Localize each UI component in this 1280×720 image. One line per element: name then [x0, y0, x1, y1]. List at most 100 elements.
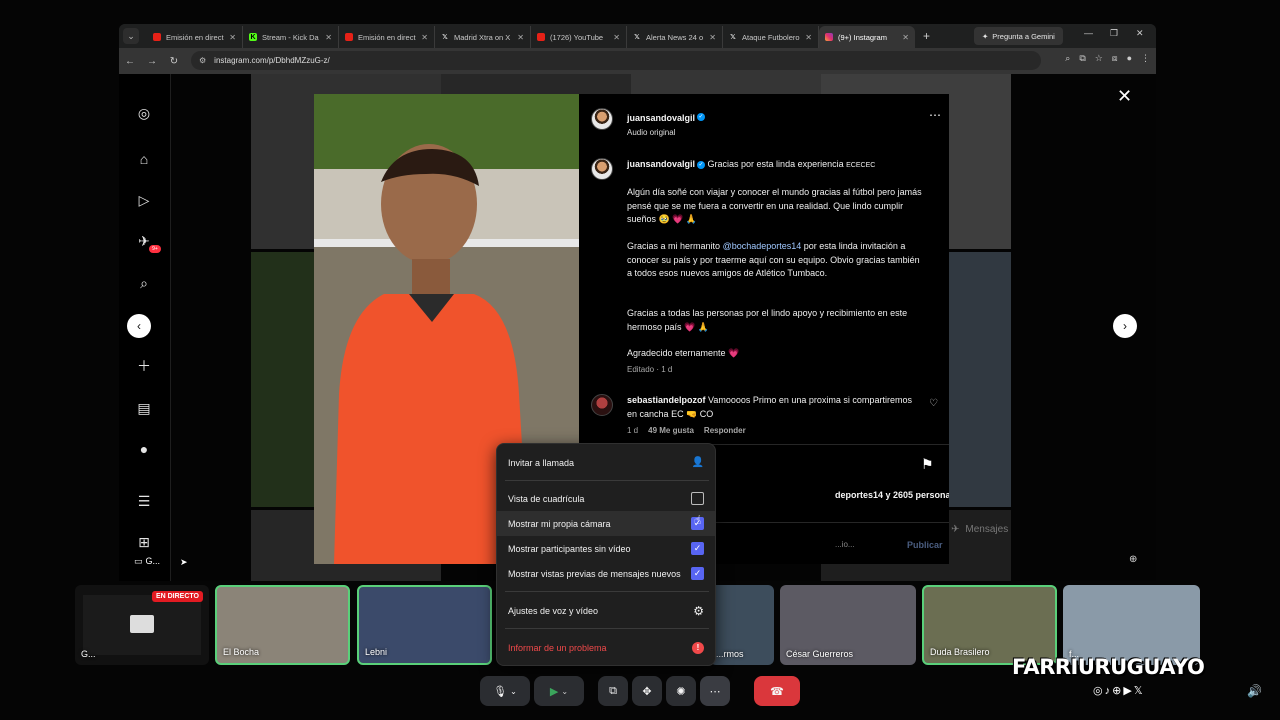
- url-field[interactable]: ⚙ instagram.com/p/DbhdMZzuG-z/: [191, 51, 1041, 70]
- soundboard-icon: ✺: [676, 685, 686, 698]
- caption-paragraph-3: Gracias a todas las personas por el lind…: [627, 308, 908, 332]
- close-icon[interactable]: ✕: [325, 33, 332, 42]
- forward-icon[interactable]: →: [141, 56, 163, 67]
- close-icon[interactable]: ✕: [902, 33, 909, 42]
- stream-label: ▭ G...: [134, 556, 161, 566]
- participant-tile[interactable]: Lebni: [357, 585, 492, 665]
- close-modal-icon[interactable]: ✕: [1117, 86, 1132, 107]
- more-options-button[interactable]: ⋯: [700, 676, 730, 706]
- author-avatar[interactable]: [591, 108, 613, 130]
- show-own-camera-item[interactable]: Mostrar mi propia cámara ✓: [497, 511, 715, 536]
- commenter-avatar[interactable]: [591, 394, 613, 416]
- camera-icon: ▶: [549, 685, 559, 698]
- activities-button[interactable]: ✥: [632, 676, 662, 706]
- show-no-video-item[interactable]: Mostrar participantes sin vídeo ✓: [497, 536, 715, 561]
- create-icon[interactable]: ＋: [135, 357, 153, 375]
- message-previews-checkbox[interactable]: ✓: [691, 567, 704, 580]
- participant-tile[interactable]: Duda Brasilero: [922, 585, 1057, 665]
- browser-tab-active[interactable]: (9+) Instagram ✕: [819, 26, 915, 48]
- edited-label: Editado · 1 d: [627, 365, 673, 374]
- browser-tab[interactable]: 𝕏 Madrid Xtra on X ✕: [435, 26, 531, 48]
- save-bookmark-icon[interactable]: ⚑: [921, 456, 934, 473]
- browser-tab[interactable]: 𝕏 Alerta News 24 o ✕: [627, 26, 723, 48]
- window-close-icon[interactable]: ✕: [1136, 28, 1144, 39]
- close-icon[interactable]: ✕: [613, 33, 620, 42]
- profile-icon[interactable]: ●: [1127, 53, 1132, 64]
- reels-icon[interactable]: ▷: [135, 191, 153, 209]
- close-icon[interactable]: ✕: [421, 33, 428, 42]
- home-icon[interactable]: ⌂: [135, 150, 153, 168]
- browser-tab[interactable]: Emisión en direct ✕: [147, 26, 243, 48]
- more-options-icon[interactable]: ⋯: [929, 108, 941, 122]
- grid-view-checkbox[interactable]: [691, 492, 704, 505]
- voice-video-settings-item[interactable]: Ajustes de voz y vídeo ⚙: [497, 598, 715, 623]
- report-problem-item[interactable]: Informar de un problema !: [497, 635, 715, 660]
- mouse-pointer-hand: ☝: [694, 513, 702, 527]
- participant-tile[interactable]: César Guerreros: [780, 585, 916, 665]
- menu-dots-icon[interactable]: ⋮: [1141, 53, 1150, 64]
- show-no-video-checkbox[interactable]: ✓: [691, 542, 704, 555]
- verified-badge-icon: ✓: [697, 112, 706, 121]
- search-icon[interactable]: ⌕: [135, 274, 153, 292]
- minimize-icon[interactable]: —: [1084, 28, 1093, 38]
- participant-tile[interactable]: f...: [1063, 585, 1200, 665]
- zoom-in-icon[interactable]: ⊕: [1129, 554, 1137, 565]
- close-icon[interactable]: ✕: [229, 33, 236, 42]
- mention-link[interactable]: @bochadeportes14: [723, 241, 802, 251]
- next-post-button[interactable]: ›: [1113, 314, 1137, 338]
- publish-button[interactable]: Publicar: [907, 540, 943, 550]
- notification-badge: 9+: [149, 245, 161, 253]
- profile-avatar-icon[interactable]: ●: [135, 440, 153, 458]
- leave-call-button[interactable]: ☎: [754, 676, 800, 706]
- camera-button[interactable]: ▶ ⌄: [534, 676, 584, 706]
- likes-summary[interactable]: deportes14 y 2605 personas más: [835, 490, 949, 500]
- new-tab-button[interactable]: +: [923, 29, 930, 43]
- screen-icon: ▭: [134, 556, 143, 566]
- reload-icon[interactable]: ↻: [163, 56, 185, 67]
- bookmark-star-icon[interactable]: ☆: [1095, 53, 1103, 64]
- extensions-icon[interactable]: ⧈: [1112, 53, 1118, 64]
- caption-author-avatar[interactable]: [591, 158, 613, 180]
- tab-search-icon[interactable]: ⌄: [123, 28, 139, 44]
- back-icon[interactable]: ←: [119, 56, 141, 67]
- install-icon[interactable]: ⧉: [1079, 53, 1085, 64]
- microphone-button[interactable]: 🎙 ⌄: [480, 676, 530, 706]
- volume-icon[interactable]: 🔊: [1247, 684, 1262, 698]
- x-icon: 𝕏: [634, 34, 640, 41]
- grid-view-item[interactable]: Vista de cuadrícula: [497, 486, 715, 511]
- participant-tile[interactable]: ...rmos: [710, 585, 774, 665]
- close-icon[interactable]: ✕: [805, 33, 812, 42]
- participant-tile[interactable]: EN DIRECTO G...: [75, 585, 209, 665]
- browser-tab[interactable]: K Stream - Kick Da ✕: [243, 26, 339, 48]
- gemini-button[interactable]: ✦ Pregunta a Gemini: [974, 27, 1063, 45]
- restore-icon[interactable]: ❐: [1110, 28, 1118, 39]
- comment-input[interactable]: ...io...: [835, 540, 855, 549]
- browser-tab[interactable]: (1726) YouTube ✕: [531, 26, 627, 48]
- participant-tile[interactable]: El Bocha: [215, 585, 350, 665]
- screen-share-button[interactable]: ⧉: [598, 676, 628, 706]
- youtube-icon: [537, 33, 545, 41]
- tab-strip: ⌄ Emisión en direct ✕ K Stream - Kick Da ✕ …: [119, 24, 1156, 48]
- browser-tab[interactable]: 𝕏 Ataque Futbolero ✕: [723, 26, 819, 48]
- zoom-icon[interactable]: ⌕: [1065, 53, 1070, 64]
- more-menu-icon[interactable]: ☰: [135, 492, 153, 510]
- apps-icon[interactable]: ⊞: [135, 533, 153, 551]
- previous-post-button[interactable]: ‹: [127, 314, 151, 338]
- instagram-logo-icon[interactable]: ◎: [135, 104, 153, 122]
- close-icon[interactable]: ✕: [709, 33, 716, 42]
- post-header: juansandovalgil ✓ Audio original: [627, 108, 706, 137]
- message-previews-item[interactable]: Mostrar vistas previas de mensajes nuevo…: [497, 561, 715, 586]
- caption-first-line: juansandovalgil ✓ Gracias por esta linda …: [627, 159, 876, 169]
- caption-paragraph-1: Algún día soñé con viajar y conocer el m…: [627, 187, 922, 224]
- soundboard-button[interactable]: ✺: [666, 676, 696, 706]
- site-info-icon[interactable]: ⚙: [199, 56, 206, 65]
- comment-like-icon[interactable]: ♡: [929, 398, 938, 409]
- author-username[interactable]: juansandovalgil: [627, 113, 695, 123]
- invite-to-call-item[interactable]: Invitar a llamada 👤: [497, 450, 715, 475]
- browser-tab[interactable]: Emisión en direct ✕: [339, 26, 435, 48]
- close-icon[interactable]: ✕: [517, 33, 524, 42]
- audio-label[interactable]: Audio original: [627, 128, 705, 137]
- messages-dock[interactable]: ✈ Mensajes: [951, 524, 1008, 535]
- activities-icon: ✥: [642, 685, 652, 698]
- dashboard-icon[interactable]: ▤: [135, 399, 153, 417]
